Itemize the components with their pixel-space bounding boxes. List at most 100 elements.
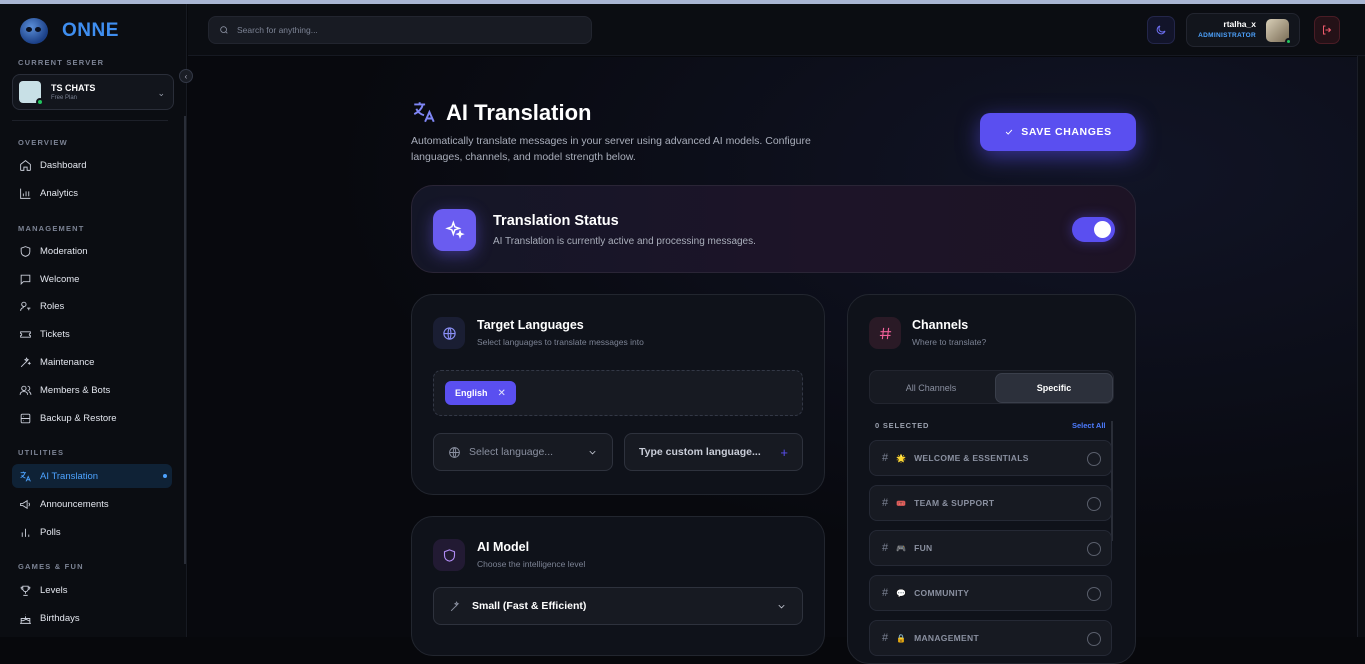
- sidebar-item-analytics[interactable]: Analytics: [12, 181, 172, 205]
- page-scrollbar[interactable]: [1357, 56, 1365, 637]
- current-server-label: CURRENT SERVER: [18, 58, 105, 67]
- channel-checkbox[interactable]: [1087, 452, 1101, 466]
- trophy-icon: [20, 585, 31, 596]
- sidebar-item-label: Dashboard: [40, 159, 87, 171]
- sidebar-item-tickets[interactable]: Tickets: [12, 322, 172, 346]
- ai-model-select[interactable]: Small (Fast & Efficient): [433, 587, 803, 625]
- logout-button[interactable]: [1314, 16, 1340, 44]
- add-language-icon[interactable]: +: [780, 445, 788, 460]
- sidebar-item-label: Announcements: [40, 498, 109, 510]
- section-label-games-fun: GAMES & FUN: [18, 562, 84, 571]
- toggle-knob: [1094, 221, 1111, 238]
- section-label-utilities: UTILITIES: [18, 448, 65, 457]
- translation-status-card: Translation Status AI Translation is cur…: [411, 185, 1136, 273]
- megaphone-icon: [20, 499, 30, 509]
- translate-icon: [20, 471, 31, 482]
- server-name: TS CHATS: [51, 83, 96, 93]
- category-name: MANAGEMENT: [914, 633, 979, 643]
- sidebar-item-dashboard[interactable]: Dashboard: [12, 153, 172, 177]
- channel-checkbox[interactable]: [1087, 497, 1101, 511]
- shield-icon: [433, 539, 465, 571]
- channel-checkbox[interactable]: [1087, 542, 1101, 556]
- save-changes-button[interactable]: SAVE CHANGES: [980, 113, 1136, 151]
- globe-icon: [449, 446, 460, 458]
- page-description: Automatically translate messages in your…: [411, 135, 811, 163]
- tab-all-channels[interactable]: All Channels: [872, 373, 990, 403]
- card-subtitle: Choose the intelligence level: [477, 559, 586, 569]
- selected-languages-area[interactable]: English ✕: [433, 370, 803, 416]
- sidebar-item-levels[interactable]: Levels: [12, 578, 172, 602]
- moon-icon: [1156, 25, 1166, 35]
- server-selector[interactable]: TS CHATS Free Plan ⌄: [12, 74, 174, 110]
- logo-icon: [20, 18, 48, 44]
- sidebar-item-label: Backup & Restore: [40, 412, 117, 424]
- sidebar-item-polls[interactable]: Polls: [12, 520, 172, 544]
- translate-icon: [411, 99, 437, 125]
- channel-category-row[interactable]: # 🎮 FUN: [869, 530, 1112, 566]
- sidebar-item-label: Roles: [40, 300, 65, 312]
- brand-logo[interactable]: ONNE: [20, 18, 119, 44]
- channel-category-row[interactable]: # 🌟 WELCOME & ESSENTIALS: [869, 440, 1112, 476]
- home-icon: [20, 159, 31, 171]
- category-emoji: 🎟️: [896, 498, 907, 508]
- language-chip[interactable]: English ✕: [445, 381, 516, 405]
- channel-category-row[interactable]: # 🔒 MANAGEMENT: [869, 620, 1112, 656]
- sidebar-item-welcome[interactable]: Welcome: [12, 267, 172, 291]
- ticket-icon: [20, 330, 31, 338]
- users-icon: [19, 385, 32, 395]
- hash-icon: #: [882, 587, 889, 599]
- hash-icon: [869, 317, 901, 349]
- sidebar-item-backup-restore[interactable]: Backup & Restore: [12, 406, 172, 430]
- sidebar-item-maintenance[interactable]: Maintenance: [12, 350, 172, 374]
- status-title: Translation Status: [493, 213, 619, 229]
- sidebar-item-roles[interactable]: Roles: [12, 294, 172, 318]
- sidebar-item-members-bots[interactable]: Members & Bots: [12, 378, 172, 402]
- search-input[interactable]: [237, 25, 577, 35]
- channel-category-row[interactable]: # 🎟️ TEAM & SUPPORT: [869, 485, 1112, 521]
- category-name: WELCOME & ESSENTIALS: [914, 453, 1029, 463]
- ai-model-card: AI Model Choose the intelligence level S…: [411, 516, 825, 656]
- sidebar-item-label: Members & Bots: [40, 384, 111, 396]
- sidebar-item-label: Polls: [40, 526, 61, 538]
- sidebar-item-label: AI Translation: [40, 470, 99, 482]
- sidebar-scrollbar[interactable]: [184, 116, 186, 564]
- search-icon: [220, 26, 228, 34]
- remove-chip-icon[interactable]: ✕: [498, 388, 506, 399]
- hash-icon: #: [882, 497, 889, 509]
- category-name: FUN: [914, 543, 933, 553]
- language-select[interactable]: Select language...: [433, 433, 613, 471]
- section-label-overview: OVERVIEW: [18, 138, 68, 147]
- sidebar: ONNE CURRENT SERVER TS CHATS Free Plan ⌄…: [0, 4, 187, 637]
- top-header: rtalha_x ADMINISTRATOR: [188, 4, 1365, 56]
- channel-list-scrollbar[interactable]: [1111, 421, 1113, 541]
- user-menu[interactable]: rtalha_x ADMINISTRATOR: [1186, 13, 1300, 47]
- user-name: rtalha_x: [1223, 19, 1256, 29]
- channel-checkbox[interactable]: [1087, 632, 1101, 646]
- sidebar-item-birthdays[interactable]: Birthdays: [12, 606, 172, 630]
- translation-toggle[interactable]: [1072, 217, 1115, 242]
- sidebar-item-ai-translation[interactable]: AI Translation: [12, 464, 172, 488]
- select-all-link[interactable]: Select All: [1072, 421, 1106, 430]
- sidebar-item-label: Moderation: [40, 245, 88, 257]
- sidebar-item-announcements[interactable]: Announcements: [12, 492, 172, 516]
- sidebar-item-label: Tickets: [40, 328, 70, 340]
- collapse-sidebar-button[interactable]: ‹: [179, 69, 193, 83]
- channel-mode-tabs: All Channels Specific: [869, 370, 1114, 404]
- sidebar-item-moderation[interactable]: Moderation: [12, 239, 172, 263]
- theme-toggle-button[interactable]: [1147, 16, 1175, 44]
- ai-model-selected: Small (Fast & Efficient): [472, 600, 587, 612]
- search-bar[interactable]: [208, 16, 592, 44]
- user-key-icon: [20, 301, 31, 311]
- channels-card: Channels Where to translate? All Channel…: [847, 294, 1136, 664]
- custom-language-input[interactable]: Type custom language... +: [624, 433, 803, 471]
- category-emoji: 🎮: [896, 543, 907, 553]
- server-plan: Free Plan: [51, 95, 78, 101]
- hash-icon: #: [882, 632, 889, 644]
- channel-category-row[interactable]: # 💬 COMMUNITY: [869, 575, 1112, 611]
- tab-specific[interactable]: Specific: [995, 373, 1113, 403]
- sparkles-icon: [433, 209, 476, 251]
- category-name: COMMUNITY: [914, 588, 970, 598]
- avatar: [1266, 19, 1292, 45]
- brand-name: ONNE: [62, 20, 119, 41]
- channel-checkbox[interactable]: [1087, 587, 1101, 601]
